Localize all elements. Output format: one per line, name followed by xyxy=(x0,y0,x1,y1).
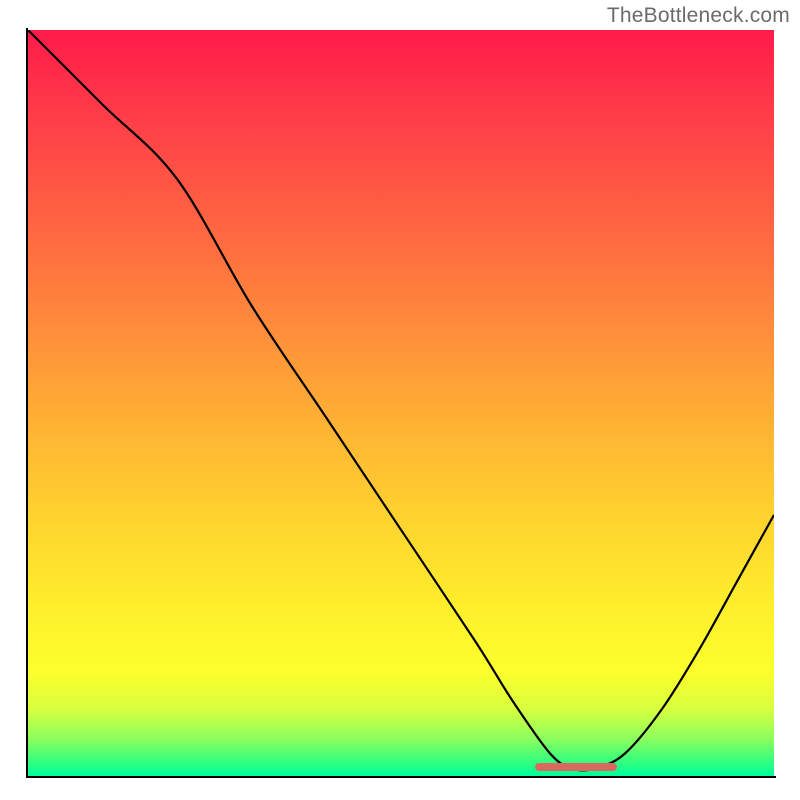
bottleneck-curve-path xyxy=(28,30,774,770)
watermark-text: TheBottleneck.com xyxy=(607,4,790,28)
curve-svg xyxy=(28,30,774,776)
x-axis-line xyxy=(26,776,776,778)
optimal-marker-band xyxy=(535,763,617,771)
plot-area xyxy=(28,30,774,776)
